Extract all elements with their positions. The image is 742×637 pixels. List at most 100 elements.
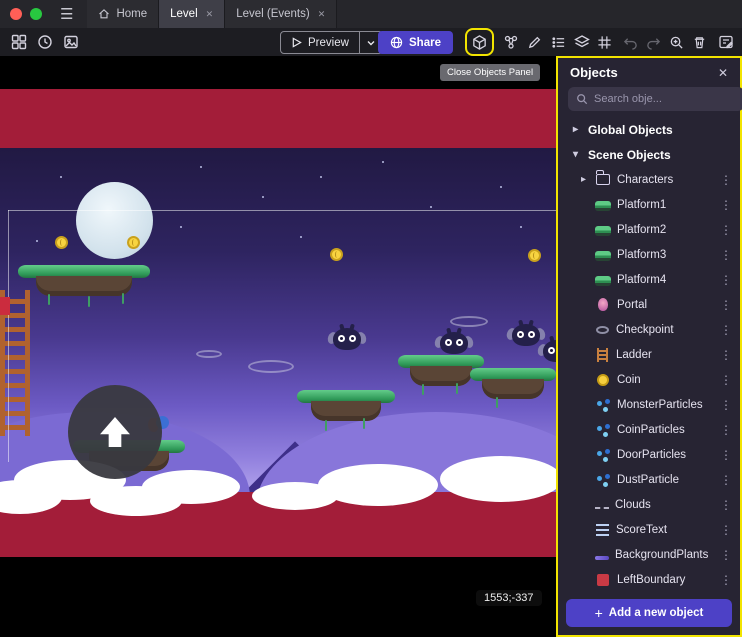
coin-sprite[interactable] [330, 248, 343, 261]
object-label: Platform2 [617, 224, 714, 236]
caret-down-icon[interactable]: ▾ [570, 149, 581, 160]
section-global-objects[interactable]: ▸ Global Objects [558, 117, 740, 142]
titlebar: ☰ Home Level ✕ Level (Events) ✕ [0, 0, 742, 28]
object-row-backgroundplants[interactable]: BackgroundPlants ⋮ [558, 542, 740, 567]
coin-sprite[interactable] [127, 236, 140, 249]
object-menu-button[interactable]: ⋮ [720, 223, 732, 237]
object-row-coinparticles[interactable]: CoinParticles⋮ [558, 417, 740, 442]
monster-sprite[interactable] [440, 330, 468, 354]
object-row-doorparticles[interactable]: DoorParticles⋮ [558, 442, 740, 467]
search-box[interactable] [568, 87, 742, 111]
object-row-platform1[interactable]: Platform1⋮ [558, 192, 740, 217]
cloud-ring-sprite[interactable] [196, 350, 222, 358]
play-icon [291, 37, 302, 48]
redo-icon[interactable] [641, 30, 666, 54]
tab-close-icon[interactable]: ✕ [318, 9, 326, 20]
object-label: BackgroundPlants [615, 549, 714, 561]
tab-level-events[interactable]: Level (Events) ✕ [225, 0, 337, 28]
section-label: Scene Objects [588, 148, 671, 162]
up-arrow-control-sprite[interactable] [68, 385, 162, 479]
object-menu-button[interactable]: ⋮ [720, 273, 732, 287]
share-button[interactable]: Share [378, 31, 453, 54]
preview-button[interactable]: Preview [280, 31, 383, 54]
object-row-platform4[interactable]: Platform4 ⋮ [558, 267, 740, 292]
object-row-checkpoint[interactable]: Checkpoint⋮ [558, 317, 740, 342]
object-menu-button[interactable]: ⋮ [720, 323, 732, 337]
history-icon[interactable] [32, 30, 57, 54]
edit-pencil-icon[interactable] [522, 30, 547, 54]
object-label: MonsterParticles [617, 399, 714, 411]
object-menu-button[interactable]: ⋮ [720, 173, 732, 187]
coin-sprite[interactable] [55, 236, 68, 249]
platform-sprite[interactable] [470, 368, 556, 399]
window-zoom-button[interactable] [30, 8, 42, 20]
cloud-ring-sprite[interactable] [248, 360, 294, 373]
cloud-sprite[interactable] [318, 464, 438, 506]
object-row-platform2[interactable]: Platform2 ⋮ [558, 217, 740, 242]
panel-close-icon[interactable]: ✕ [718, 66, 728, 80]
monster-sprite[interactable] [333, 326, 361, 350]
delete-icon[interactable] [687, 30, 712, 54]
object-label: Platform4 [617, 274, 714, 286]
object-row-scoretext[interactable]: ScoreText⋮ [558, 517, 740, 542]
object-row-ladder[interactable]: Ladder⋮ [558, 342, 740, 367]
object-menu-button[interactable]: ⋮ [720, 373, 732, 387]
platform-sprite[interactable] [18, 265, 150, 296]
coin-sprite[interactable] [528, 249, 541, 262]
tab-close-icon[interactable]: ✕ [206, 9, 214, 20]
undo-icon[interactable] [618, 30, 643, 54]
zoom-in-icon[interactable] [664, 30, 689, 54]
monster-sprite[interactable] [543, 338, 556, 362]
scene-properties-icon[interactable] [713, 30, 738, 54]
caret-right-icon[interactable]: ▸ [570, 124, 581, 135]
object-row-platform3[interactable]: Platform3⋮ [558, 242, 740, 267]
window-close-button[interactable] [10, 8, 22, 20]
scoretext-icon [596, 524, 609, 536]
object-menu-button[interactable]: ⋮ [720, 473, 732, 487]
layers-icon[interactable] [569, 30, 594, 54]
object-row-coin[interactable]: Coin⋮ [558, 367, 740, 392]
object-menu-button[interactable]: ⋮ [720, 398, 732, 412]
ladder-icon [597, 348, 608, 362]
monster-sprite[interactable] [512, 322, 540, 346]
object-menu-button[interactable]: ⋮ [720, 198, 732, 212]
object-menu-button[interactable]: ⋮ [720, 423, 732, 437]
left-boundary-sprite[interactable] [0, 297, 10, 315]
object-menu-button[interactable]: ⋮ [720, 498, 732, 512]
moon-sprite[interactable] [76, 182, 153, 259]
object-row-characters[interactable]: ▸Characters⋮ [558, 167, 740, 192]
cloud-ring-sprite[interactable] [450, 316, 488, 327]
object-menu-button[interactable]: ⋮ [720, 298, 732, 312]
object-menu-button[interactable]: ⋮ [720, 548, 732, 562]
tab-home[interactable]: Home [87, 0, 159, 28]
grid-icon[interactable] [592, 30, 617, 54]
object-row-dustparticle[interactable]: DustParticle ⋮ [558, 467, 740, 492]
object-groups-icon[interactable] [498, 30, 523, 54]
section-scene-objects[interactable]: ▾ Scene Objects [558, 142, 740, 167]
cloud-sprite[interactable] [142, 470, 240, 504]
add-object-button[interactable]: + Add a new object [566, 599, 732, 627]
instances-list-icon[interactable] [546, 30, 571, 54]
cloud-sprite[interactable] [440, 456, 556, 502]
object-row-clouds[interactable]: Clouds⋮ [558, 492, 740, 517]
object-row-monsterparticles[interactable]: MonsterParticles ⋮ [558, 392, 740, 417]
platform-sprite[interactable] [297, 390, 395, 421]
project-manager-icon[interactable] [6, 30, 31, 54]
object-menu-button[interactable]: ⋮ [720, 573, 732, 587]
scene-image-icon[interactable] [58, 30, 83, 54]
tab-level[interactable]: Level ✕ [159, 0, 225, 28]
object-menu-button[interactable]: ⋮ [720, 523, 732, 537]
object-label: DustParticle [617, 474, 714, 486]
boundary-icon [597, 574, 609, 586]
object-menu-button[interactable]: ⋮ [720, 348, 732, 362]
caret-right-icon[interactable]: ▸ [578, 174, 589, 185]
object-row-leftboundary[interactable]: LeftBoundary⋮ [558, 567, 740, 592]
scene-canvas[interactable]: 1553;-337 [0, 56, 556, 637]
main-menu-icon[interactable]: ☰ [60, 5, 73, 23]
search-input[interactable] [594, 93, 736, 105]
object-menu-button[interactable]: ⋮ [720, 248, 732, 262]
object-row-portal[interactable]: Portal⋮ [558, 292, 740, 317]
object-menu-button[interactable]: ⋮ [720, 448, 732, 462]
tooltip: Close Objects Panel [440, 64, 540, 81]
objects-panel-icon[interactable] [467, 30, 492, 54]
